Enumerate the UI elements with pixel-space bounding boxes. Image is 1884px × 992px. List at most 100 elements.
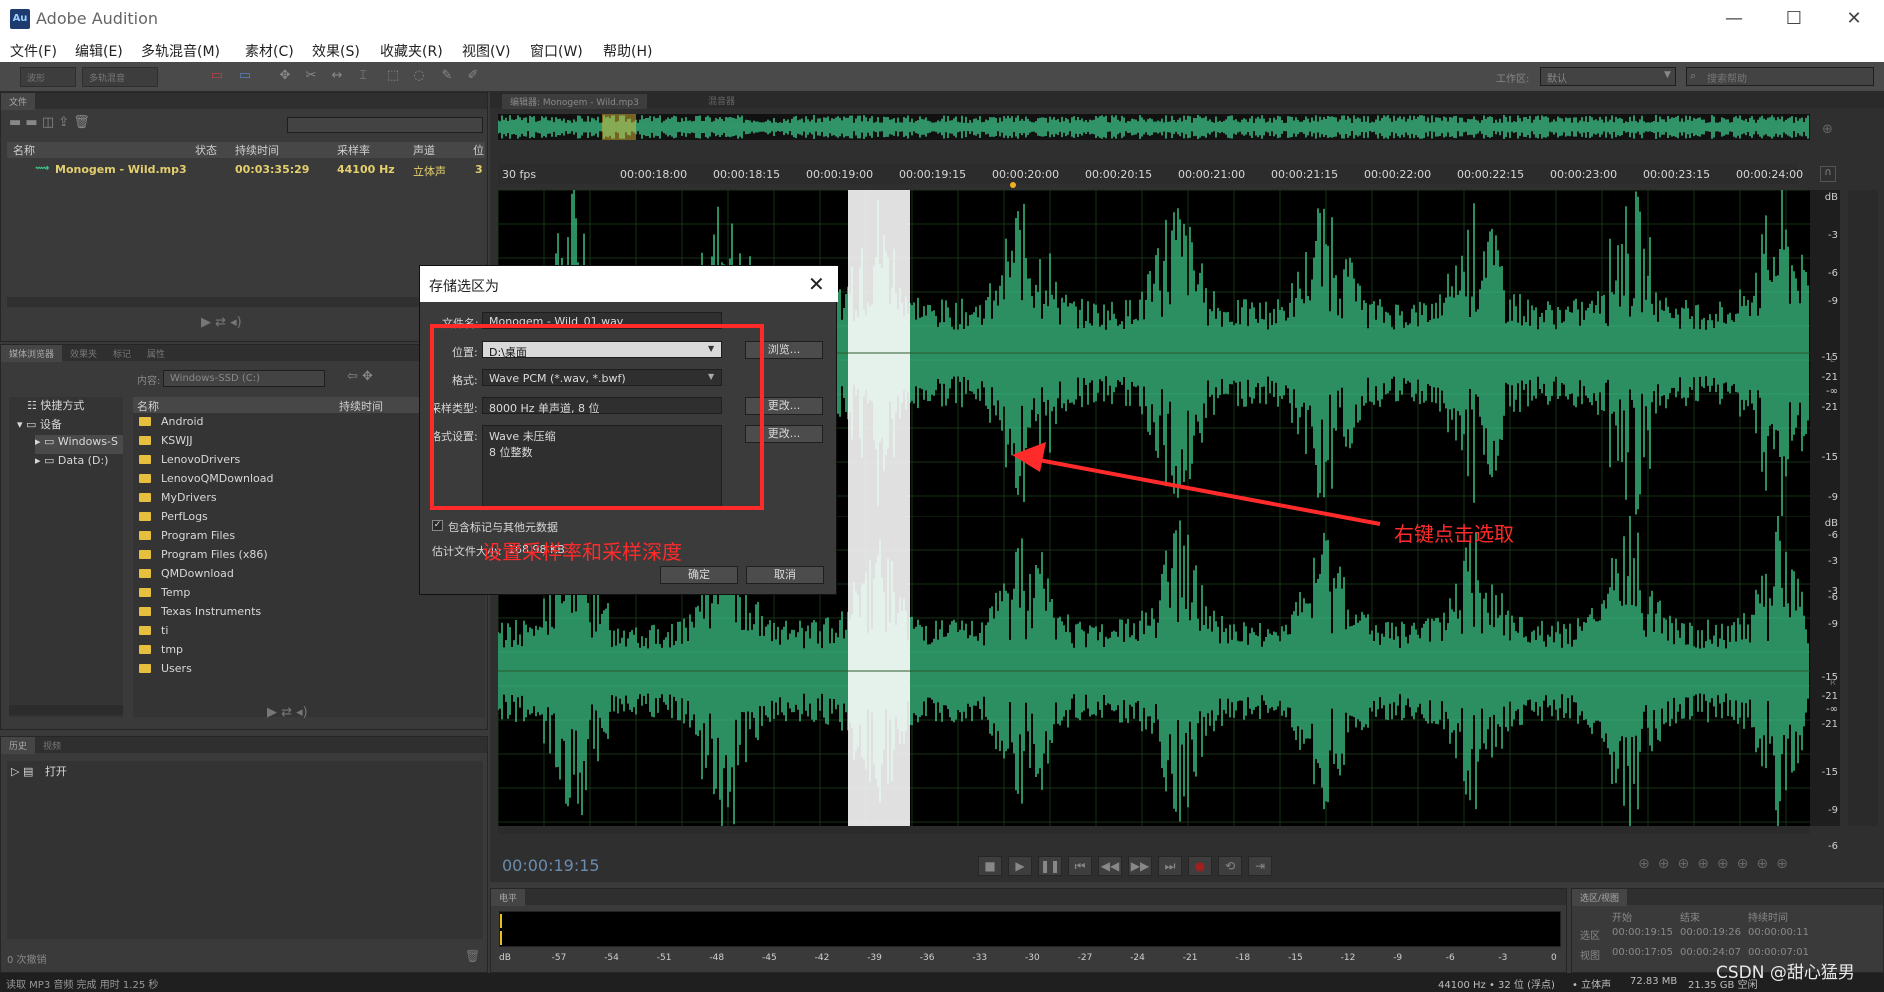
menu-favorites[interactable]: 收藏夹(R) [380, 41, 443, 61]
workspace-select[interactable]: 默认 [1540, 67, 1676, 86]
tab-media-browser[interactable]: 媒体浏览器 [1, 345, 63, 362]
overview-waveform[interactable] [498, 114, 1810, 140]
skip-button[interactable]: ⇥ [1248, 856, 1272, 876]
col-folder-name[interactable]: 名称 [137, 398, 159, 414]
horizontal-scrollbar[interactable] [498, 826, 1810, 834]
tab-video[interactable]: 视频 [35, 737, 69, 754]
folder-row[interactable]: Android [139, 415, 204, 434]
loop-button[interactable]: ⟲ [1218, 856, 1242, 876]
include-markers-checkbox[interactable]: ✓ [432, 520, 443, 531]
menu-effects[interactable]: 效果(S) [312, 41, 360, 61]
tab-effects-rack[interactable]: 效果夹 [62, 345, 105, 362]
content-select[interactable]: Windows-SSD (C:) [163, 370, 325, 387]
tab-editor[interactable]: 编辑器: Monogem - Wild.mp3 [502, 94, 647, 109]
sel-duration[interactable]: 00:00:00:11 [1748, 927, 1809, 938]
tree-item-data[interactable]: ▸ ▭ Data (D:) [35, 454, 108, 473]
tab-files[interactable]: 文件 [1, 93, 36, 110]
pitch-icon[interactable]: ▭ [236, 68, 254, 86]
to-end-button[interactable]: ⏭ [1158, 856, 1182, 876]
sel-end[interactable]: 00:00:19:26 [1680, 927, 1741, 938]
tab-history[interactable]: 历史 [1, 737, 36, 754]
menu-multitrack[interactable]: 多轨混音(M) [141, 41, 220, 61]
ok-button[interactable]: 确定 [660, 566, 738, 584]
timeline-ruler[interactable]: 30 fps 00:00:18:00 00:00:18:15 00:00:19:00… [498, 164, 1803, 184]
rewind-button[interactable]: ◀◀ [1098, 856, 1122, 876]
col-folder-duration[interactable]: 持续时间 [339, 398, 383, 414]
folder-row[interactable]: LenovoDrivers [139, 453, 240, 472]
close-button[interactable]: ✕ [1832, 4, 1876, 34]
col-channels[interactable]: 声道 [413, 142, 435, 158]
files-transport-icons[interactable]: ▶ ⇄ ◂) [201, 315, 242, 330]
zoom-icon[interactable]: ⊕ [1822, 122, 1833, 137]
view-end[interactable]: 00:00:24:07 [1680, 947, 1741, 958]
files-scrollbar[interactable] [7, 297, 485, 307]
fast-forward-button[interactable]: ▶▶ [1128, 856, 1152, 876]
minimize-button[interactable]: — [1712, 4, 1756, 34]
playhead-marker-icon[interactable] [1010, 182, 1016, 188]
headphones-icon[interactable]: ∩ [1820, 166, 1836, 182]
folder-row[interactable]: Temp [139, 586, 190, 605]
tab-selection-view[interactable]: 选区/视图 [1572, 889, 1628, 906]
folder-row[interactable]: MyDrivers [139, 491, 217, 510]
slip-tool-icon[interactable]: ↔ [328, 68, 346, 86]
marquee-icon[interactable]: ⬚ [384, 68, 402, 86]
col-status[interactable]: 状态 [195, 142, 217, 158]
spectral-icon[interactable]: ▭ [208, 68, 226, 86]
view-start[interactable]: 00:00:17:05 [1612, 947, 1673, 958]
col-duration[interactable]: 持续时间 [235, 142, 279, 158]
folder-row[interactable]: Program Files [139, 529, 235, 548]
folder-row[interactable]: tmp [139, 643, 183, 662]
media-nav-icons[interactable]: ⇦ ✥ [347, 369, 373, 384]
maximize-button[interactable]: ☐ [1772, 4, 1816, 34]
folder-row[interactable]: LenovoQMDownload [139, 472, 273, 491]
record-button[interactable]: ● [1188, 856, 1212, 876]
help-search-input[interactable]: 搜索帮助 [1686, 67, 1874, 86]
trash-icon[interactable]: 🗑 [465, 949, 480, 963]
cancel-button[interactable]: 取消 [746, 566, 824, 584]
folder-row[interactable]: PerfLogs [139, 510, 208, 529]
to-start-button[interactable]: ⏮ [1068, 856, 1092, 876]
waveform-view-button[interactable]: 波形 [20, 67, 76, 87]
menu-file[interactable]: 文件(F) [10, 41, 57, 61]
time-select-icon[interactable]: ⌶ [354, 68, 372, 86]
tree-item-devices[interactable]: ▾ ▭ 设备 [17, 416, 62, 435]
tree-scrollbar[interactable] [9, 705, 123, 715]
media-transport-icons[interactable]: ▶ ⇄ ◂) [267, 705, 308, 720]
tab-mixer[interactable]: 混音器 [708, 94, 735, 107]
history-item[interactable]: ▷ ▤ 打开 [11, 763, 67, 782]
col-rate[interactable]: 采样率 [337, 142, 370, 158]
view-duration[interactable]: 00:00:07:01 [1748, 947, 1809, 958]
tree-item-shortcuts[interactable]: ☷ 快捷方式 [27, 397, 84, 416]
folder-row[interactable]: ti [139, 624, 168, 643]
folder-row[interactable]: Users [139, 662, 192, 681]
tab-markers[interactable]: 标记 [105, 345, 139, 362]
menu-view[interactable]: 视图(V) [462, 41, 511, 61]
lasso-icon[interactable]: ◌ [410, 68, 428, 86]
menu-help[interactable]: 帮助(H) [603, 41, 652, 61]
menu-edit[interactable]: 编辑(E) [75, 41, 123, 61]
menu-clip[interactable]: 素材(C) [245, 41, 294, 61]
healing-icon[interactable]: ✐ [464, 68, 482, 86]
sel-start[interactable]: 00:00:19:15 [1612, 927, 1673, 938]
brush-icon[interactable]: ✎ [438, 68, 456, 86]
zoom-controls-icons[interactable]: ⊕⊕⊕⊕⊕⊕⊕⊕ [1638, 856, 1796, 872]
move-tool-icon[interactable]: ✥ [276, 68, 294, 86]
tree-item-windows[interactable]: ▸ ▭ Windows-S [35, 435, 123, 454]
multitrack-view-button[interactable]: 多轨混音 [82, 67, 158, 87]
stop-button[interactable]: ■ [978, 856, 1002, 876]
folder-row[interactable]: QMDownload [139, 567, 234, 586]
tab-properties[interactable]: 属性 [139, 345, 173, 362]
razor-tool-icon[interactable]: ✂ [302, 68, 320, 86]
files-search-input[interactable] [287, 117, 483, 133]
dialog-close-icon[interactable]: ✕ [808, 272, 825, 296]
pause-button[interactable]: ❚❚ [1038, 856, 1062, 876]
col-name[interactable]: 名称 [13, 142, 35, 158]
menu-window[interactable]: 窗口(W) [530, 41, 583, 61]
play-button[interactable]: ▶ [1008, 856, 1032, 876]
tab-levels[interactable]: 电平 [491, 889, 526, 906]
files-toolbar-icons[interactable]: ▬ ▬ ◫ ⇪ 🗑 [9, 115, 90, 130]
col-bits[interactable]: 位 [473, 142, 484, 158]
vertical-scrollbar[interactable] [1848, 190, 1878, 826]
folder-row[interactable]: Texas Instruments [139, 605, 261, 624]
folder-row[interactable]: KSWJJ [139, 434, 193, 453]
